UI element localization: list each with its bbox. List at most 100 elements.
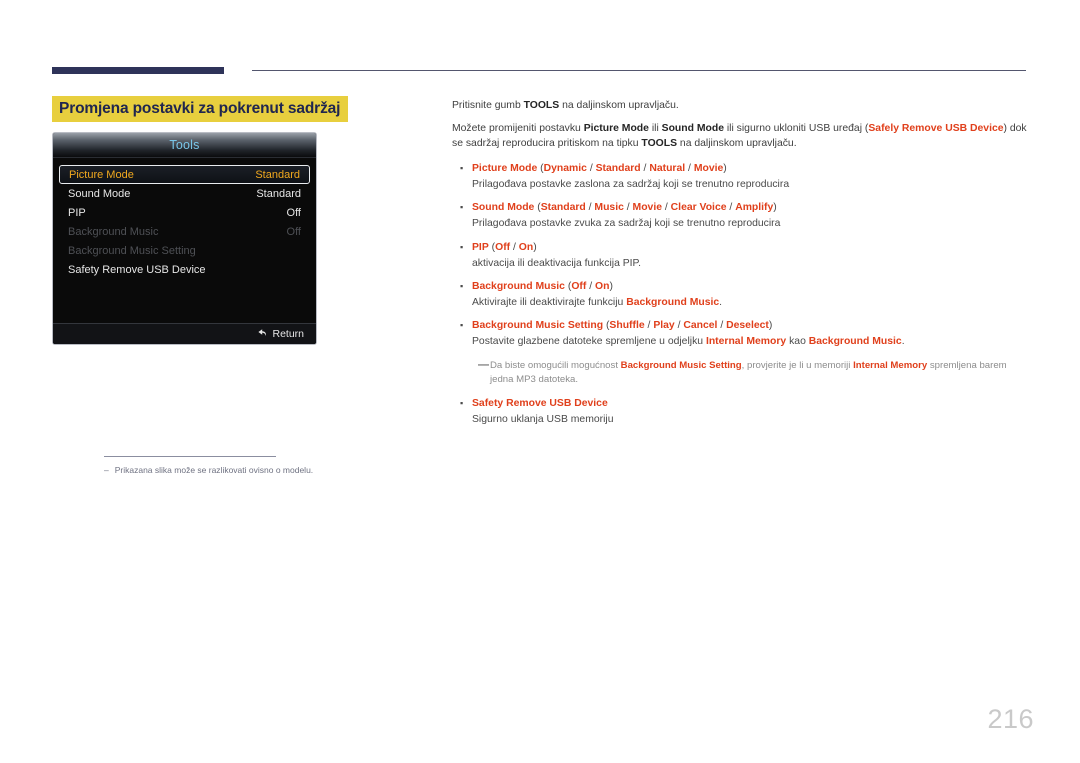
bullet-background-music-setting: ▪ Background Music Setting (Shuffle / Pl… <box>452 318 1030 349</box>
header-hairline-rule <box>252 70 1026 71</box>
para1-key-tools: TOOLS <box>523 100 560 111</box>
note-key-bgm-setting: Background Music Setting <box>620 360 742 372</box>
return-label: Return <box>272 328 304 341</box>
para2-key-sound-mode: Sound Mode <box>661 123 724 135</box>
osd-item-label: PIP <box>68 206 86 219</box>
desc-key-internal-memory: Internal Memory <box>705 335 787 347</box>
osd-item-label: Background Music Setting <box>68 244 196 257</box>
bullet-marker-icon: ▪ <box>460 202 464 213</box>
bullet-sound-mode: ▪ Sound Mode (Standard / Music / Movie /… <box>452 200 1030 231</box>
footnote-dash: – <box>104 465 109 475</box>
tools-osd-panel: Tools Picture Mode Standard Sound Mode S… <box>52 132 317 346</box>
osd-item-sound-mode[interactable]: Sound Mode Standard <box>59 184 310 203</box>
bullet-option: Off <box>571 280 587 292</box>
footnote-text: Prikazana slika može se razlikovati ovis… <box>114 465 314 475</box>
bullet-option: Standard <box>595 163 641 175</box>
osd-item-label: Background Music <box>68 225 159 238</box>
bullet-option: Cancel <box>683 319 718 331</box>
bullet-option: Shuffle <box>609 319 645 331</box>
note-text: Da biste omogućili mogućnost Background … <box>490 359 1030 387</box>
page-number: 216 <box>987 704 1034 734</box>
bullet-heading: Background Music Setting (Shuffle / Play… <box>472 319 773 331</box>
bullet-option: Natural <box>649 163 686 175</box>
note-dash-icon: — <box>478 359 489 372</box>
bullet-body: Background Music (Off / On) Aktivirajte … <box>472 279 1030 310</box>
osd-item-safety-remove-usb-device[interactable]: Safety Remove USB Device <box>59 260 310 279</box>
osd-item-value: Standard <box>255 168 300 181</box>
desc-key-background-music: Background Music <box>626 296 720 308</box>
osd-item-background-music-setting: Background Music Setting <box>59 241 310 260</box>
bullet-option: Off <box>495 241 511 253</box>
osd-item-label: Picture Mode <box>69 168 134 181</box>
para2-seg1: Možete promijeniti postavku <box>452 123 584 135</box>
bullet-marker-icon: ▪ <box>460 163 464 174</box>
bullet-option: On <box>595 280 610 292</box>
bullet-name: Background Music <box>472 280 565 292</box>
bullet-heading: Picture Mode (Dynamic / Standard / Natur… <box>472 163 727 175</box>
osd-title: Tools <box>169 138 200 153</box>
page-title: Promjena postavki za pokrenut sadržaj <box>52 96 349 123</box>
bullet-name: Background Music Setting <box>472 319 604 331</box>
desc-post: . <box>719 296 723 308</box>
desc-mid: kao <box>786 335 809 347</box>
bullet-body: Sound Mode (Standard / Music / Movie / C… <box>472 200 1030 231</box>
osd-item-label: Safety Remove USB Device <box>68 263 206 276</box>
osd-item-picture-mode[interactable]: Picture Mode Standard <box>59 165 310 185</box>
bullet-option: Dynamic <box>543 163 587 175</box>
osd-item-value: Off <box>286 225 301 238</box>
note-seg2: , provjerite je li u memoriji <box>741 360 854 372</box>
right-column: Pritisnite gumb TOOLS na daljinskom upra… <box>452 98 1030 435</box>
bullet-option: Clear Voice <box>670 202 727 214</box>
bullet-name: PIP <box>472 241 489 253</box>
footnote: – Prikazana slika može se razlikovati ov… <box>104 465 434 476</box>
bullet-name: Sound Mode <box>472 202 535 214</box>
para1-post: na daljinskom upravljaču. <box>559 100 679 111</box>
bullet-option: Standard <box>540 202 586 214</box>
bullet-body: Safety Remove USB Device Sigurno uklanja… <box>472 396 1030 427</box>
bullet-heading: Sound Mode (Standard / Music / Movie / C… <box>472 202 777 214</box>
desc-key-background-music: Background Music <box>808 335 902 347</box>
para2-key-safely-remove-usb: Safely Remove USB Device <box>868 123 1004 135</box>
left-column: Promjena postavki za pokrenut sadržaj To… <box>52 96 392 475</box>
para2-key-tools: TOOLS <box>641 138 678 150</box>
bullet-picture-mode: ▪ Picture Mode (Dynamic / Standard / Nat… <box>452 161 1030 192</box>
bullet-heading: PIP (Off / On) <box>472 241 537 253</box>
bullet-heading: Safety Remove USB Device <box>472 396 1030 411</box>
bullet-description: Postavite glazbene datoteke spremljene u… <box>472 334 1030 349</box>
footnote-divider <box>104 456 276 457</box>
osd-footer: Return <box>53 323 316 345</box>
desc-post: . <box>901 335 905 347</box>
osd-item-pip[interactable]: PIP Off <box>59 203 310 222</box>
desc-pre: Postavite glazbene datoteke spremljene u… <box>472 335 706 347</box>
bullet-marker-icon: ▪ <box>460 241 464 252</box>
bullet-marker-icon: ▪ <box>460 397 464 408</box>
bullet-marker-icon: ▪ <box>460 280 464 291</box>
bullet-option: Amplify <box>735 202 774 214</box>
para2-seg2: ili <box>648 123 662 135</box>
bullet-description: Sigurno uklanja USB memoriju <box>472 413 614 425</box>
bullet-body: Background Music Setting (Shuffle / Play… <box>472 318 1030 349</box>
bullet-name: Safety Remove USB Device <box>472 397 608 409</box>
intro-paragraph-1: Pritisnite gumb TOOLS na daljinskom upra… <box>452 98 1030 113</box>
footnote-block: – Prikazana slika može se razlikovati ov… <box>104 456 434 476</box>
desc-pre: Aktivirajte ili deaktivirajte funkciju <box>472 296 627 308</box>
bullet-option: Movie <box>632 202 662 214</box>
para2-key-picture-mode: Picture Mode <box>583 123 649 135</box>
osd-menu-list: Picture Mode Standard Sound Mode Standar… <box>53 158 316 326</box>
osd-item-label: Sound Mode <box>68 187 131 200</box>
osd-item-background-music: Background Music Off <box>59 222 310 241</box>
para1-pre: Pritisnite gumb <box>452 100 524 111</box>
para2-seg5: na daljinskom upravljaču. <box>677 138 797 150</box>
bullet-description: aktivacija ili deaktivacija funkcija PIP… <box>472 257 642 269</box>
bullet-body: PIP (Off / On) aktivacija ili deaktivaci… <box>472 240 1030 271</box>
bullet-description: Prilagođava postavke zvuka za sadržaj ko… <box>472 218 781 230</box>
bullet-option: Music <box>594 202 624 214</box>
header-accent-bar <box>52 67 224 74</box>
bullet-marker-icon: ▪ <box>460 319 464 330</box>
note-seg1: Da biste omogućili mogućnost <box>490 360 621 372</box>
return-button[interactable]: Return <box>257 328 304 341</box>
bullet-description: Aktivirajte ili deaktivirajte funkciju B… <box>472 295 1030 310</box>
bullet-option: Play <box>653 319 675 331</box>
bullet-option: On <box>518 241 534 253</box>
osd-header: Tools <box>53 133 316 159</box>
